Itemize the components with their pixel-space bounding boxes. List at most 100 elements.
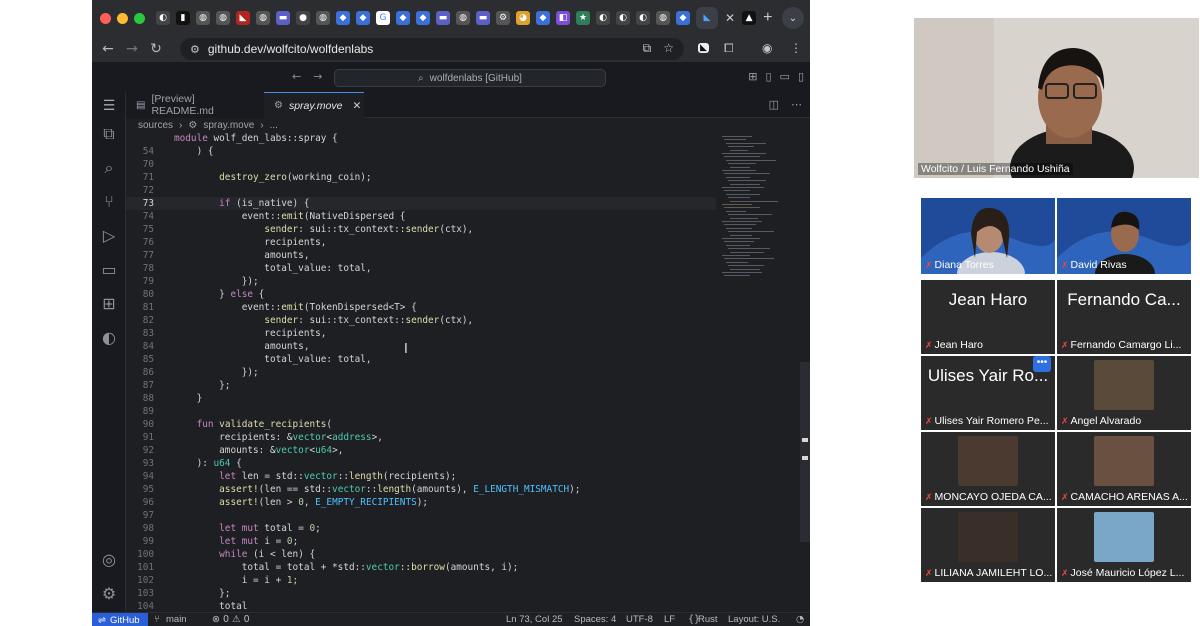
github-tab-icon[interactable]: ◐: [636, 11, 650, 25]
participant-tile[interactable]: ✗ Angel Alvarado: [1057, 356, 1191, 430]
code-line[interactable]: 75 sender: sui::tx_context::sender(ctx),: [126, 223, 716, 236]
split-editor-icon[interactable]: ◫: [769, 98, 779, 111]
code-line[interactable]: 74 event::emit(NativeDispersed {: [126, 210, 716, 223]
app-tab-icon[interactable]: ◧: [556, 11, 570, 25]
code-line[interactable]: 88 }: [126, 392, 716, 405]
brand-tab-icon[interactable]: ◣: [236, 11, 250, 25]
code-line[interactable]: 70: [126, 158, 716, 171]
remote-indicator[interactable]: ⇌ GitHub: [92, 613, 148, 626]
cursor-position[interactable]: Ln 73, Col 25: [506, 614, 563, 625]
globe-tab-icon[interactable]: ◍: [196, 11, 210, 25]
tab-spray-move[interactable]: ⚙ spray.move ✕: [264, 92, 364, 118]
code-line[interactable]: 97: [126, 509, 716, 522]
app-tab-icon[interactable]: ◆: [336, 11, 350, 25]
go-back-icon[interactable]: ←: [292, 70, 301, 83]
code-line[interactable]: 103 };: [126, 587, 716, 600]
code-line[interactable]: 85 total_value: total,: [126, 353, 716, 366]
google-tab-icon[interactable]: G: [376, 11, 390, 25]
participant-tile[interactable]: Jean Haro ✗ Jean Haro: [921, 280, 1055, 354]
forward-arrow-icon[interactable]: →: [120, 41, 144, 57]
explorer-icon[interactable]: ⧉: [92, 124, 126, 144]
code-line[interactable]: 95 assert!(len == std::vector::length(am…: [126, 483, 716, 496]
new-tab-button[interactable]: +: [763, 9, 772, 27]
code-line[interactable]: 100 while (i < len) {: [126, 548, 716, 561]
zoom-window-button[interactable]: [134, 12, 145, 24]
code-line[interactable]: 99 let mut i = 0;: [126, 535, 716, 548]
github-tab-icon[interactable]: ◐: [596, 11, 610, 25]
close-tab-icon[interactable]: ✕: [352, 100, 361, 112]
code-editor[interactable]: module wolf_den_labs::spray {54 ) {70 71 …: [126, 132, 716, 616]
participant-tile[interactable]: Fernando Ca... ✗ Fernando Camargo Li...: [1057, 280, 1191, 354]
minimap[interactable]: [720, 132, 792, 292]
app-tab-icon[interactable]: ◆: [416, 11, 430, 25]
vscode-tab-icon[interactable]: ◣: [696, 7, 718, 29]
code-line[interactable]: 102 i = i + 1;: [126, 574, 716, 587]
source-control-icon[interactable]: ⑂: [92, 192, 126, 211]
close-window-button[interactable]: [100, 12, 111, 24]
more-options-button[interactable]: •••: [1033, 356, 1051, 372]
code-line[interactable]: 89: [126, 405, 716, 418]
address-url[interactable]: github.dev/wolfcito/wolfdenlabs: [208, 42, 373, 56]
code-line[interactable]: 98 let mut total = 0;: [126, 522, 716, 535]
code-line[interactable]: 79 });: [126, 275, 716, 288]
tab-readme-preview[interactable]: ▤ [Preview] README.md: [126, 92, 264, 118]
code-line[interactable]: 82 sender: sui::tx_context::sender(ctx),: [126, 314, 716, 327]
code-line[interactable]: 101 total = total + *std::vector::borrow…: [126, 561, 716, 574]
github-tab-icon[interactable]: ◐: [156, 11, 170, 25]
problems-count[interactable]: ⊗ 0 ⚠ 0: [212, 614, 250, 625]
doc-tab-icon[interactable]: ▮: [176, 11, 190, 25]
participant-tile[interactable]: ✗ MONCAYO OJEDA CA...: [921, 432, 1055, 506]
branch-name[interactable]: main: [166, 614, 187, 625]
minimize-window-button[interactable]: [117, 12, 128, 24]
reload-icon[interactable]: ↻: [144, 41, 168, 57]
code-line[interactable]: 87 };: [126, 379, 716, 392]
code-line[interactable]: 80 } else {: [126, 288, 716, 301]
remote-explorer-icon[interactable]: ▭: [92, 260, 126, 279]
run-debug-icon[interactable]: ▷: [92, 226, 126, 245]
github-tab-icon[interactable]: ◐: [616, 11, 630, 25]
install-app-icon[interactable]: ⧉: [643, 41, 652, 56]
close-tab-icon[interactable]: ✕: [725, 11, 735, 25]
code-line[interactable]: 94 let len = std::vector::length(recipie…: [126, 470, 716, 483]
globe-tab-icon[interactable]: ◍: [216, 11, 230, 25]
code-line[interactable]: 71 destroy_zero(working_coin);: [126, 171, 716, 184]
code-line[interactable]: 81 event::emit(TokenDispersed<T> {: [126, 301, 716, 314]
site-info-icon[interactable]: ⚙: [190, 43, 200, 56]
globe-tab-icon[interactable]: ◍: [316, 11, 330, 25]
code-line[interactable]: 96 assert!(len > 0, E_EMPTY_RECIPIENTS);: [126, 496, 716, 509]
profile-avatar-icon[interactable]: ◉: [762, 41, 772, 55]
toggle-panel-icon[interactable]: ▭: [780, 70, 790, 83]
presenter-video-tile[interactable]: Wolfcito / Luis Fernando Ushiña: [914, 18, 1199, 178]
app-tab-icon[interactable]: ▬: [276, 11, 290, 25]
bookmark-star-icon[interactable]: ☆: [663, 41, 674, 56]
address-bar[interactable]: ⚙ github.dev/wolfcito/wolfdenlabs ⧉ ☆: [180, 38, 684, 60]
toggle-sidebar-icon[interactable]: ▯: [765, 70, 771, 83]
go-forward-icon[interactable]: →: [313, 70, 322, 83]
code-line[interactable]: 76 recipients,: [126, 236, 716, 249]
participant-tile[interactable]: ✗ David Rivas: [1057, 198, 1191, 274]
app-tab-icon[interactable]: ◆: [396, 11, 410, 25]
keyboard-layout[interactable]: Layout: U.S.: [728, 614, 780, 625]
triangle-tab-icon[interactable]: ▲: [742, 11, 757, 25]
app-tab-icon[interactable]: ◆: [536, 11, 550, 25]
tab-search-chevron-icon[interactable]: ⌄: [782, 7, 804, 29]
app-tab-icon[interactable]: ◆: [356, 11, 370, 25]
back-arrow-icon[interactable]: ←: [96, 41, 120, 57]
indentation[interactable]: Spaces: 4: [574, 614, 616, 625]
participant-tile[interactable]: ✗ CAMACHO ARENAS A...: [1057, 432, 1191, 506]
gear-tab-icon[interactable]: ⚙: [496, 11, 510, 25]
command-center-search[interactable]: ⌕ wolfdenlabs [GitHub]: [334, 69, 606, 87]
code-line[interactable]: 92 amounts: &vector<u64>,: [126, 444, 716, 457]
code-line[interactable]: 84 amounts,: [126, 340, 716, 353]
participant-tile[interactable]: ✗ LILIANA JAMILEHT LO...: [921, 508, 1055, 582]
code-line[interactable]: 91 recipients: &vector<address>,: [126, 431, 716, 444]
breadcrumb-item[interactable]: spray.move: [203, 120, 254, 131]
toggle-secondary-sidebar-icon[interactable]: ▯: [798, 70, 804, 83]
app-tab-icon[interactable]: ◆: [676, 11, 690, 25]
extensions-icon[interactable]: ⊞: [92, 294, 126, 313]
globe-tab-icon[interactable]: ◍: [256, 11, 270, 25]
app-tab-icon[interactable]: ▬: [476, 11, 490, 25]
code-line[interactable]: module wolf_den_labs::spray {: [126, 132, 716, 145]
account-icon[interactable]: ◎: [92, 550, 126, 569]
code-line[interactable]: 78 total_value: total,: [126, 262, 716, 275]
